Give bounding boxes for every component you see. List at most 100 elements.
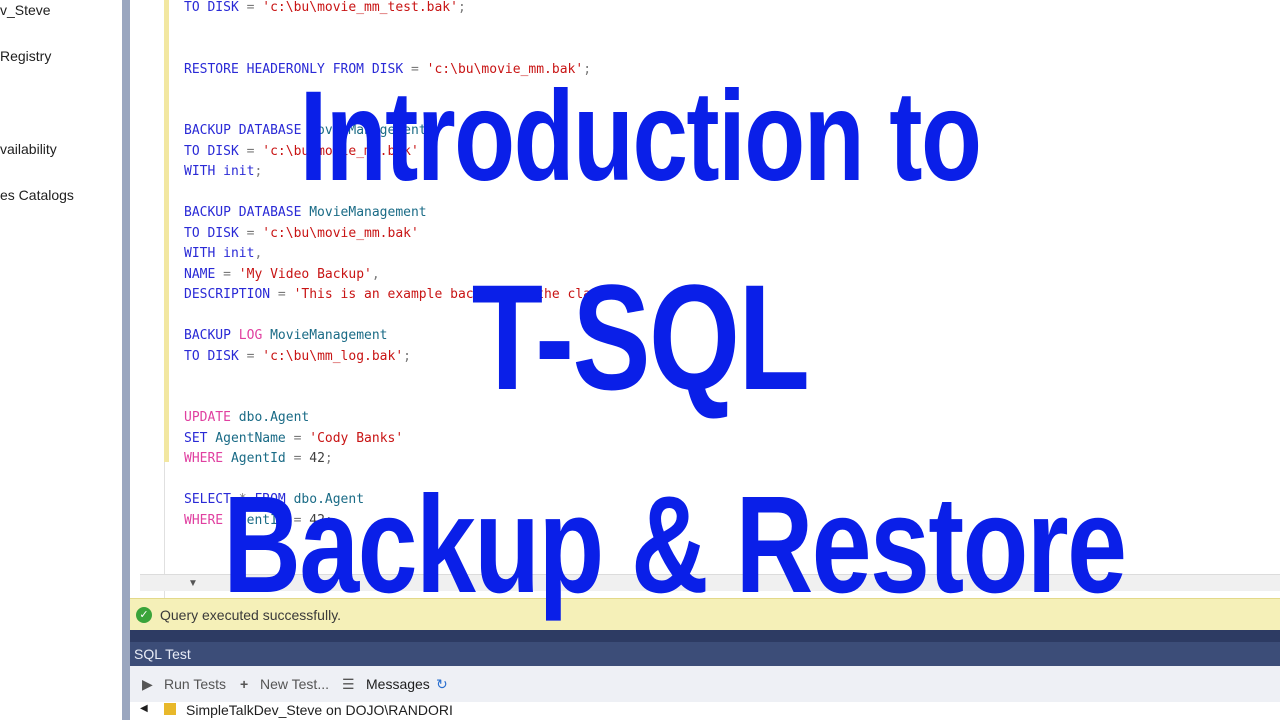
code-line: WHERE AgentId = 42; (184, 513, 333, 529)
code-token: ; (403, 349, 411, 364)
code-token: WITH init (184, 164, 255, 179)
code-token: RESTORE HEADERONLY FROM DISK (184, 62, 404, 77)
code-token: 'c:\bu\movie_mm.bak' (426, 62, 584, 77)
code-line: BACKUP DATABASE MovieManagement (184, 205, 427, 221)
play-icon: ▶ (142, 676, 153, 692)
code-token: = (238, 144, 263, 159)
messages-button[interactable]: Messages (366, 676, 430, 692)
code-token: WHERE (184, 513, 224, 528)
code-token: dbo.Agent (230, 410, 310, 425)
code-token: 'c:\bu\movie_mm.bak' (262, 226, 419, 241)
code-line: DESCRIPTION = 'This is an example backup… (184, 287, 614, 303)
code-token: TO DISK (184, 349, 239, 364)
code-line: TO DISK = 'c:\bu\movie_mm_test.bak'; (184, 0, 466, 16)
code-token: dbo.Agent (285, 492, 365, 507)
tree-node-availability[interactable]: vailability (0, 141, 57, 157)
code-line: NAME = 'My Video Backup', (184, 267, 380, 283)
code-token: BACKUP DATABASE (184, 205, 302, 220)
code-line: UPDATE dbo.Agent (184, 410, 309, 426)
code-token: MovieManagement (301, 123, 427, 138)
code-token: 'This is an example backup for the class… (293, 287, 615, 302)
code-token: * (230, 492, 255, 507)
query-editor[interactable]: TO DISK = 'c:\bu\movie_mm_test.bak'; RES… (130, 0, 1280, 598)
plus-icon: + (240, 676, 249, 692)
code-token: AgentId (223, 451, 286, 466)
horizontal-scrollbar[interactable] (140, 574, 1280, 591)
code-token: = (403, 62, 427, 77)
code-token: WITH init (184, 246, 255, 261)
code-token: UPDATE (184, 410, 231, 425)
code-token: 'c:\bu\movie_mm_test.bak' (262, 0, 458, 15)
panel-splitter[interactable] (122, 0, 130, 720)
code-token: 42 (309, 451, 325, 466)
run-tests-button[interactable]: Run Tests (164, 676, 226, 692)
code-token: TO DISK (184, 0, 239, 15)
code-token: 'c:\bu\movie_mm.bak' (262, 144, 419, 159)
code-token: , (371, 267, 380, 282)
code-line: RESTORE HEADERONLY FROM DISK = 'c:\bu\mo… (184, 62, 591, 78)
code-token: = (215, 267, 239, 282)
code-token: TO DISK (184, 226, 239, 241)
expand-icon[interactable]: ◀ (140, 703, 148, 714)
tree-node-catalogs[interactable]: es Catalogs (0, 187, 74, 203)
list-icon: ☰ (342, 676, 355, 692)
sql-test-toolbar: ▶ Run Tests + New Test... ☰ Messages ↻ (130, 666, 1280, 702)
code-token: = (238, 226, 263, 241)
code-token: FROM (254, 492, 286, 507)
code-token: = (238, 0, 263, 15)
code-line: WITH init, (184, 246, 262, 262)
code-token: WHERE (184, 451, 224, 466)
code-token: MovieManagement (301, 205, 427, 220)
code-token: DESCRIPTION (184, 287, 271, 302)
code-token: = (270, 287, 294, 302)
panel-title: SQL Test (134, 646, 191, 662)
code-token: ; (583, 62, 592, 77)
code-token: LOG (238, 328, 263, 343)
tree-node-database[interactable]: SimpleTalkDev_Steve on DOJO\RANDORI (186, 702, 453, 718)
code-line: TO DISK = 'c:\bu\movie_mm.bak' (184, 144, 419, 160)
check-circle-icon: ✓ (136, 607, 152, 623)
sql-test-panel-header: SQL Test (130, 642, 1280, 666)
new-test-button[interactable]: New Test... (260, 676, 329, 692)
status-message: Query executed successfully. (160, 607, 342, 623)
code-token: = (285, 431, 310, 446)
code-token: ; (457, 0, 466, 15)
code-line: BACKUP LOG MovieManagement (184, 328, 388, 344)
database-icon (164, 703, 176, 715)
code-token: , (254, 246, 263, 261)
code-token: BACKUP (184, 328, 239, 343)
code-token: ; (254, 164, 263, 179)
code-token: NAME (184, 267, 216, 282)
code-token: TO DISK (184, 144, 239, 159)
query-status-bar: ✓ Query executed successfully. (130, 598, 1280, 631)
chevron-down-icon[interactable]: ▼ (188, 578, 198, 589)
code-token: AgentName (207, 431, 286, 446)
code-token: = (238, 349, 263, 364)
tree-node-registry[interactable]: Registry (0, 48, 51, 64)
sql-test-tree: ◀ SimpleTalkDev_Steve on DOJO\RANDORI (130, 702, 1280, 720)
code-token: = (285, 451, 310, 466)
code-token: SET (184, 431, 208, 446)
tree-node-user[interactable]: v_Steve (0, 2, 51, 18)
code-line: BACKUP DATABASE MovieManagement (184, 123, 427, 139)
code-line: TO DISK = 'c:\bu\movie_mm.bak' (184, 226, 419, 242)
code-line: WHERE AgentId = 42; (184, 451, 333, 467)
code-token: 'Cody Banks' (309, 431, 404, 446)
code-token: AgentId (223, 513, 286, 528)
code-line: SET AgentName = 'Cody Banks' (184, 431, 403, 447)
code-token: 42 (309, 513, 325, 528)
refresh-icon[interactable]: ↻ (436, 676, 448, 693)
code-token: = (285, 513, 310, 528)
code-token: SELECT (184, 492, 231, 507)
code-token: ; (324, 513, 333, 528)
code-token: MovieManagement (262, 328, 388, 343)
code-token: 'My Video Backup' (238, 267, 372, 282)
code-token: 'c:\bu\mm_log.bak' (262, 349, 404, 364)
code-token: ; (324, 451, 333, 466)
code-line: TO DISK = 'c:\bu\mm_log.bak'; (184, 349, 411, 365)
panel-divider (130, 630, 1280, 642)
object-explorer: v_Steve Registry vailability es Catalogs (0, 0, 123, 720)
code-token: BACKUP DATABASE (184, 123, 302, 138)
change-margin (164, 0, 169, 462)
code-line: SELECT * FROM dbo.Agent (184, 492, 364, 508)
